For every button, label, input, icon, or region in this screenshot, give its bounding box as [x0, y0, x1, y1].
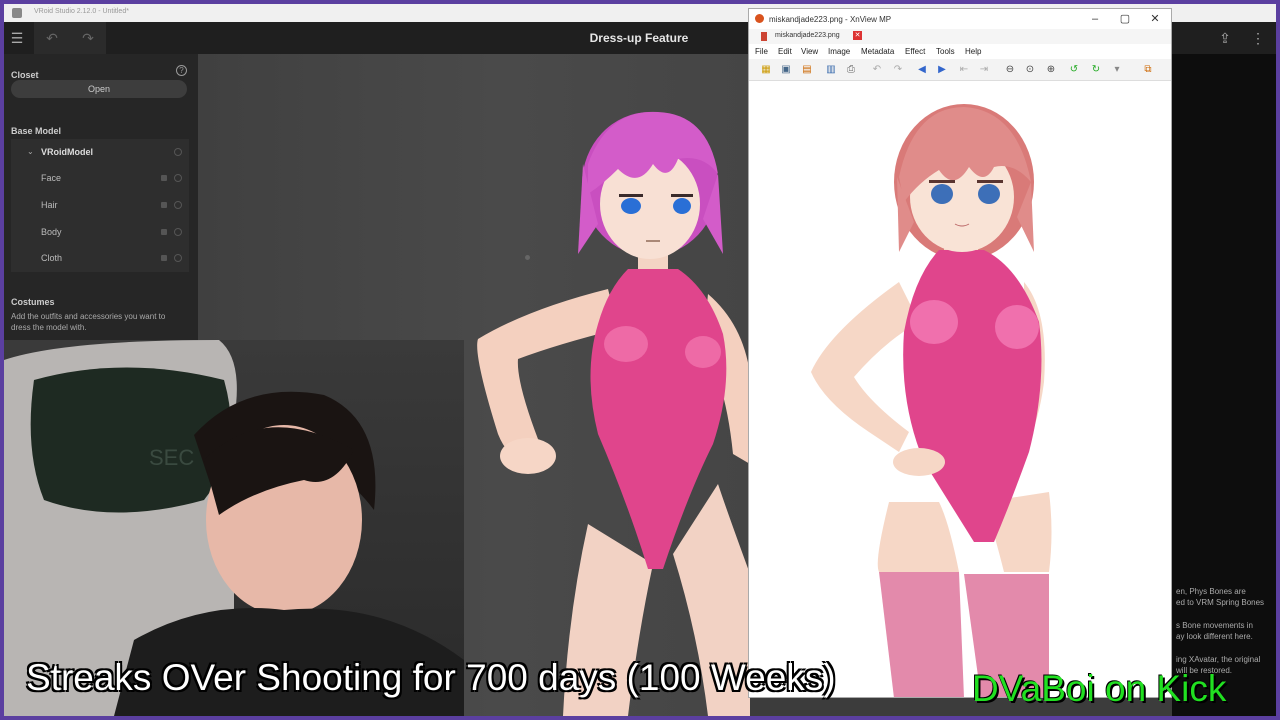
zoom-out-icon[interactable]: ⊖ — [1003, 63, 1017, 77]
xnview-app-icon — [755, 14, 764, 23]
print-icon[interactable]: ⎙ — [844, 63, 858, 77]
rotate-right-icon[interactable]: ↻ — [1089, 63, 1103, 77]
costumes-description: Add the outfits and accessories you want… — [11, 312, 166, 332]
menu-effect[interactable]: Effect — [905, 47, 925, 56]
hamburger-menu-icon[interactable]: ☰ — [4, 22, 30, 54]
costumes-title: Costumes — [11, 297, 55, 307]
lock-icon[interactable] — [161, 255, 167, 261]
menu-image[interactable]: Image — [828, 47, 850, 56]
visibility-icon[interactable] — [174, 254, 182, 262]
lock-icon[interactable] — [161, 175, 167, 181]
more-icon[interactable]: ⋮ — [1246, 22, 1270, 54]
image-file-icon — [761, 32, 767, 41]
tree-item-body[interactable]: Body — [11, 219, 189, 245]
xnview-titlebar: miskandjade223.png - XnView MP – ▢ ✕ — [749, 9, 1171, 29]
vroid-right-panel: en, Phys Bones are ed to VRM Spring Bone… — [1172, 54, 1276, 716]
page-title: Dress-up Feature — [589, 31, 689, 45]
visibility-icon[interactable] — [174, 174, 182, 182]
reference-character-image — [811, 104, 1052, 697]
closet-title: Closet — [11, 70, 39, 80]
undo-icon[interactable]: ↶ — [870, 63, 884, 77]
image-canvas[interactable] — [749, 82, 1171, 697]
stream-ticker: Streaks OVer Shooting for 700 days (100 … — [26, 657, 836, 698]
xnview-window: miskandjade223.png - XnView MP – ▢ ✕ mis… — [748, 8, 1172, 698]
help-icon[interactable]: ? — [176, 65, 187, 76]
visibility-icon[interactable] — [174, 148, 182, 156]
menu-help[interactable]: Help — [965, 47, 981, 56]
previous-icon[interactable]: ◀ — [915, 63, 929, 77]
undo-icon[interactable]: ↶ — [34, 22, 70, 54]
menu-view[interactable]: View — [801, 47, 818, 56]
redo-icon[interactable]: ↷ — [891, 63, 905, 77]
xnview-window-title: miskandjade223.png - XnView MP — [769, 15, 892, 24]
tree-item-face[interactable]: Face — [11, 165, 189, 191]
svg-text:SEC: SEC — [149, 445, 194, 470]
left-panel: Closet ? Open Base Model ⌄ VRoidModel Fa… — [4, 54, 198, 364]
adjust-icon[interactable]: ▾ — [1110, 63, 1124, 77]
crop-icon[interactable]: ⧉ — [1141, 63, 1155, 77]
visibility-icon[interactable] — [174, 228, 182, 236]
menu-tools[interactable]: Tools — [936, 47, 955, 56]
last-icon[interactable]: ⇥ — [977, 63, 991, 77]
xnview-tabs: miskandjade223.png ✕ — [749, 29, 1171, 44]
fullscreen-icon[interactable]: ▣ — [779, 63, 793, 77]
tree-item-cloth[interactable]: Cloth — [11, 245, 189, 271]
rotate-left-icon[interactable]: ↺ — [1067, 63, 1081, 77]
menu-edit[interactable]: Edit — [778, 47, 792, 56]
visibility-icon[interactable] — [174, 201, 182, 209]
lock-icon[interactable] — [161, 229, 167, 235]
redo-icon[interactable]: ↷ — [70, 22, 106, 54]
zoom-in-icon[interactable]: ⊕ — [1044, 63, 1058, 77]
zoom-fit-icon[interactable]: ⊙ — [1023, 63, 1037, 77]
tab-image[interactable]: miskandjade223.png — [759, 30, 846, 43]
chevron-down-icon[interactable]: ⌄ — [27, 147, 34, 156]
model-tree: ⌄ VRoidModel Face Hair Body Cloth — [11, 139, 189, 272]
browser-icon[interactable]: ▦ — [759, 63, 773, 77]
lock-icon[interactable] — [161, 202, 167, 208]
minimize-icon[interactable]: – — [1081, 11, 1109, 27]
tree-item-vroidmodel[interactable]: ⌄ VRoidModel — [11, 139, 189, 165]
share-icon[interactable]: ⇪ — [1210, 22, 1240, 54]
app-icon — [12, 8, 22, 18]
open-button[interactable]: Open — [11, 80, 187, 98]
menu-file[interactable]: File — [755, 47, 768, 56]
first-icon[interactable]: ⇤ — [957, 63, 971, 77]
base-model-title: Base Model — [11, 126, 62, 136]
menu-metadata[interactable]: Metadata — [861, 47, 894, 56]
open-image-icon[interactable]: ▤ — [800, 63, 814, 77]
save-icon[interactable]: ▥ — [824, 63, 838, 77]
xnview-menubar: File Edit View Image Metadata Effect Too… — [749, 45, 1171, 59]
xnview-toolbar: ▦ ▣ ▤ ▥ ⎙ ↶ ↷ ◀ ▶ ⇤ ⇥ ⊖ ⊙ ⊕ ↺ ↻ ▾ ⧉ — [749, 59, 1171, 81]
close-icon[interactable]: ✕ — [1141, 11, 1169, 27]
tree-item-hair[interactable]: Hair — [11, 192, 189, 218]
next-icon[interactable]: ▶ — [935, 63, 949, 77]
maximize-icon[interactable]: ▢ — [1111, 11, 1139, 27]
tab-close-icon[interactable]: ✕ — [853, 31, 862, 40]
vroid-window-title: VRoid Studio 2.12.0 - Untitled* — [34, 8, 129, 15]
stream-brand: DVaBoi on Kick — [972, 668, 1227, 709]
